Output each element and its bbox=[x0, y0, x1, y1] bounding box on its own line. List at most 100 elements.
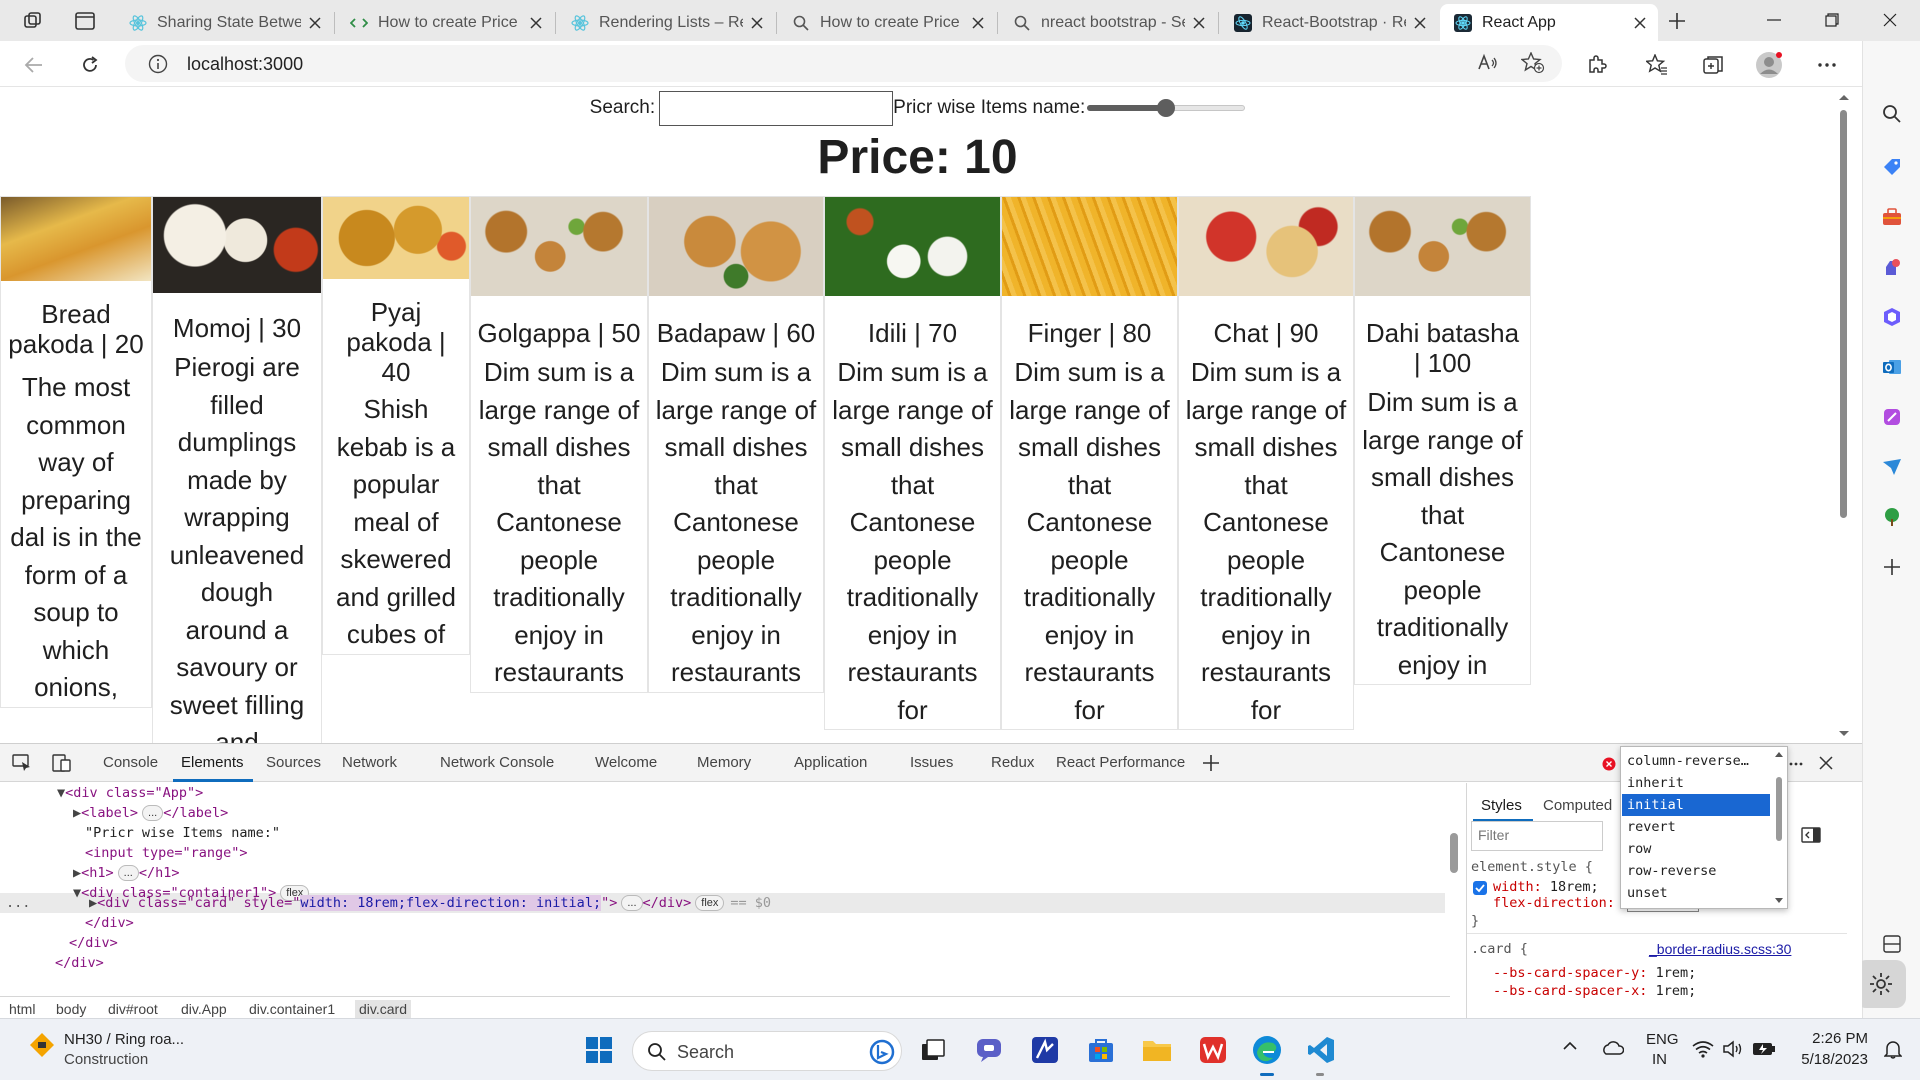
tab-computed[interactable]: Computed bbox=[1543, 797, 1612, 814]
source-link[interactable]: _border-radius.scss:30 bbox=[1649, 941, 1791, 957]
volume-icon[interactable] bbox=[1722, 1040, 1744, 1058]
clock-time[interactable]: 2:26 PM bbox=[1808, 1030, 1868, 1047]
extensions-icon[interactable] bbox=[1582, 50, 1612, 80]
edge-browser-icon[interactable] bbox=[1250, 1033, 1284, 1076]
tab-sources[interactable]: Sources bbox=[266, 754, 321, 771]
autocomplete-option[interactable]: column-reverse… bbox=[1622, 750, 1770, 772]
tree-node-close[interactable]: </div> bbox=[69, 933, 118, 953]
tree-icon[interactable] bbox=[1879, 504, 1905, 530]
new-tab-icon[interactable] bbox=[1664, 8, 1690, 34]
slider-thumb[interactable] bbox=[1157, 99, 1176, 117]
tab-sharing-state[interactable]: Sharing State Betwee bbox=[115, 4, 333, 41]
more-tabs-add-icon[interactable] bbox=[1202, 754, 1220, 772]
window-close-icon[interactable] bbox=[1862, 0, 1918, 40]
url-field[interactable]: localhost:3000 bbox=[125, 45, 1562, 82]
profile-avatar[interactable] bbox=[1754, 50, 1784, 80]
collections-icon[interactable] bbox=[1698, 50, 1728, 80]
close-icon[interactable] bbox=[970, 15, 986, 31]
minimize-icon[interactable] bbox=[1746, 0, 1802, 40]
tab-redux[interactable]: Redux bbox=[991, 754, 1034, 771]
close-icon[interactable] bbox=[528, 15, 544, 31]
shopping-tag-icon[interactable] bbox=[1879, 154, 1905, 180]
scroll-down-icon[interactable] bbox=[1837, 729, 1851, 739]
windows-start-icon[interactable] bbox=[582, 1033, 616, 1067]
chevron-up-icon[interactable] bbox=[1562, 1041, 1578, 1051]
tree-node-app[interactable]: ▼<div class="App"> bbox=[57, 783, 203, 803]
outlook-icon[interactable] bbox=[1879, 354, 1905, 380]
task-view-icon[interactable] bbox=[916, 1033, 950, 1067]
page-scrollbar[interactable] bbox=[1836, 88, 1850, 743]
weather-widget[interactable]: NH30 / Ring roa... Construction bbox=[28, 1031, 184, 1068]
dropdown-scrollbar[interactable] bbox=[1773, 749, 1785, 906]
tab-application[interactable]: Application bbox=[794, 754, 867, 771]
ellipsis-pill[interactable]: ... bbox=[142, 805, 164, 821]
scrollbar-thumb[interactable] bbox=[1840, 110, 1847, 518]
breadcrumb-item[interactable]: div#root bbox=[108, 1001, 158, 1017]
send-icon[interactable] bbox=[1879, 454, 1905, 480]
tab-console[interactable]: Console bbox=[103, 754, 158, 771]
devtools-more-icon[interactable] bbox=[1788, 754, 1804, 770]
styles-filter-input[interactable]: Filter bbox=[1471, 821, 1603, 851]
language-indicator[interactable]: ENG bbox=[1646, 1031, 1679, 1048]
tab-styles[interactable]: Styles bbox=[1481, 797, 1522, 814]
microsoft-store-icon[interactable] bbox=[1084, 1033, 1118, 1067]
tree-node-input[interactable]: <input type="range"> bbox=[85, 843, 248, 863]
workspaces-icon[interactable] bbox=[20, 8, 46, 34]
close-icon[interactable] bbox=[749, 15, 765, 31]
keyboard-layout[interactable]: IN bbox=[1652, 1051, 1667, 1068]
error-icon[interactable] bbox=[1602, 757, 1616, 771]
games-icon[interactable] bbox=[1879, 254, 1905, 280]
css-declaration[interactable]: width: 18rem; bbox=[1493, 879, 1599, 895]
microsoft-365-icon[interactable] bbox=[1879, 304, 1905, 330]
autocomplete-option[interactable]: inherit bbox=[1622, 772, 1770, 794]
tab-react-performance[interactable]: React Performance bbox=[1056, 754, 1185, 771]
back-arrow-icon[interactable] bbox=[20, 51, 48, 79]
device-emulation-icon[interactable] bbox=[52, 754, 72, 772]
designer-icon[interactable] bbox=[1879, 404, 1905, 430]
autocomplete-option[interactable]: unset bbox=[1622, 882, 1770, 904]
wps-office-icon[interactable] bbox=[1196, 1033, 1230, 1067]
restore-icon[interactable] bbox=[1804, 0, 1860, 40]
tree-node-h1[interactable]: ▶<h1>... </h1> bbox=[73, 863, 179, 883]
tab-react-bootstrap[interactable]: React-Bootstrap · Rea bbox=[1220, 4, 1438, 41]
scroll-up-icon[interactable] bbox=[1837, 92, 1851, 102]
settings-gear-icon[interactable] bbox=[1856, 960, 1906, 1008]
add-icon[interactable] bbox=[1879, 554, 1905, 580]
clock-date[interactable]: 5/18/2023 bbox=[1796, 1051, 1868, 1068]
devtools-close-icon[interactable] bbox=[1818, 755, 1834, 771]
notification-bell-icon[interactable] bbox=[1884, 1039, 1902, 1059]
toggle-sidebar-icon[interactable] bbox=[1801, 827, 1821, 843]
tab-price-filter-search[interactable]: How to create Price F bbox=[778, 4, 996, 41]
tab-actions-icon[interactable] bbox=[72, 8, 98, 34]
tab-elements[interactable]: Elements bbox=[181, 754, 244, 771]
tab-react-bootstrap-search[interactable]: nreact bootstrap - Se bbox=[999, 4, 1217, 41]
scroll-down-icon[interactable] bbox=[1773, 896, 1785, 906]
close-icon[interactable] bbox=[1412, 15, 1428, 31]
autocomplete-option-selected[interactable]: initial bbox=[1622, 794, 1770, 816]
wifi-icon[interactable] bbox=[1692, 1040, 1714, 1058]
scroll-up-icon[interactable] bbox=[1773, 749, 1785, 759]
onedrive-cloud-icon[interactable] bbox=[1600, 1039, 1624, 1055]
breadcrumb-item[interactable]: div.App bbox=[181, 1001, 227, 1017]
tab-network[interactable]: Network bbox=[342, 754, 397, 771]
breadcrumb-item[interactable]: body bbox=[56, 1001, 86, 1017]
more-options-icon[interactable] bbox=[1812, 50, 1842, 80]
battery-charging-icon[interactable] bbox=[1752, 1041, 1776, 1057]
autocomplete-option[interactable]: revert bbox=[1622, 816, 1770, 838]
price-range-slider[interactable] bbox=[1085, 98, 1246, 118]
teams-chat-icon[interactable] bbox=[972, 1033, 1006, 1067]
tab-welcome[interactable]: Welcome bbox=[595, 754, 657, 771]
close-icon[interactable] bbox=[1632, 15, 1648, 31]
scrollbar-thumb[interactable] bbox=[1776, 777, 1782, 841]
tab-issues[interactable]: Issues bbox=[910, 754, 953, 771]
node-actions-ellipsis[interactable]: ... bbox=[6, 893, 30, 913]
favorites-icon[interactable] bbox=[1642, 50, 1672, 80]
tab-memory[interactable]: Memory bbox=[697, 754, 751, 771]
css-declaration[interactable]: --bs-card-spacer-x: 1rem; bbox=[1493, 983, 1696, 999]
file-explorer-icon[interactable] bbox=[1140, 1033, 1174, 1067]
close-icon[interactable] bbox=[307, 15, 323, 31]
css-declaration[interactable]: --bs-card-spacer-y: 1rem; bbox=[1493, 965, 1696, 981]
search-icon[interactable] bbox=[1879, 101, 1905, 127]
split-screen-icon[interactable] bbox=[1879, 931, 1905, 957]
tree-node-text[interactable]: "Pricr wise Items name:" bbox=[85, 823, 280, 843]
